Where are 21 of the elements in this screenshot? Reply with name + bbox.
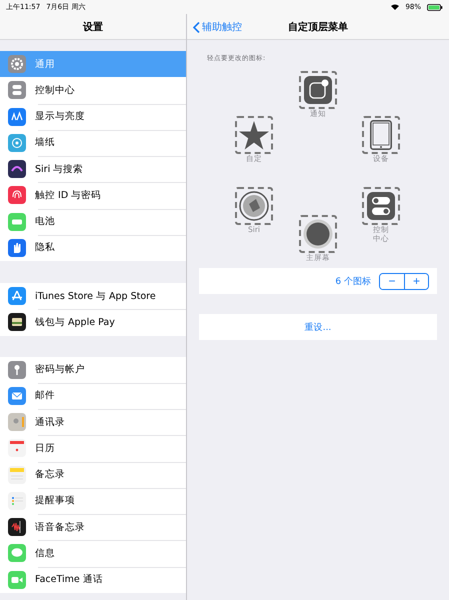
menu-icon-slot[interactable]: [362, 187, 400, 225]
toggles-icon: [367, 192, 395, 220]
tablet-icon: [370, 120, 392, 150]
back-link[interactable]: 辅助触控: [193, 14, 242, 40]
page-title: 自定顶层菜单: [288, 20, 348, 34]
sidebar-title: 设置: [83, 20, 103, 34]
increase-button[interactable]: +: [404, 274, 428, 288]
home-button-icon: [303, 219, 333, 249]
menu-icon-slot[interactable]: [299, 215, 337, 253]
star-icon: [239, 120, 269, 150]
reset-button[interactable]: 重设...: [199, 314, 437, 340]
menu-icon-slot[interactable]: [362, 116, 400, 154]
back-chevron-icon: [193, 22, 200, 32]
siri-icon: [239, 191, 269, 221]
notification-icon: [304, 76, 332, 104]
icon-count-label: 6 个图标: [335, 276, 371, 288]
menu-icon-slot[interactable]: [235, 187, 273, 225]
menu-icon-slot[interactable]: [235, 116, 273, 154]
wifi-icon: [391, 4, 400, 10]
battery-icon: [427, 4, 443, 10]
menu-icon-slot[interactable]: [299, 71, 337, 109]
